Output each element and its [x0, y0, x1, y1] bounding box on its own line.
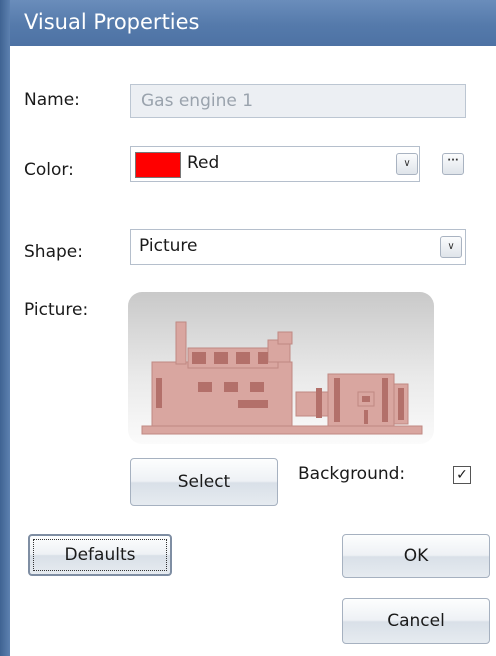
focus-rectangle [33, 539, 167, 571]
name-value: Gas engine 1 [141, 91, 254, 111]
window-left-border [0, 0, 10, 656]
picture-label: Picture: [24, 300, 89, 320]
color-value: Red [187, 153, 220, 173]
color-select[interactable]: Red ∨ [130, 146, 420, 182]
shape-select[interactable]: Picture ∨ [130, 229, 466, 265]
ellipsis-icon[interactable]: ··· [442, 153, 464, 175]
name-field[interactable]: Gas engine 1 [130, 84, 466, 118]
chevron-down-icon[interactable]: ∨ [440, 236, 462, 258]
checkmark-icon: ✓ [456, 467, 468, 483]
background-checkbox[interactable]: ✓ [453, 466, 471, 484]
shape-label: Shape: [24, 242, 83, 262]
color-swatch [135, 152, 181, 178]
color-label: Color: [24, 160, 74, 180]
select-button[interactable]: Select [130, 458, 278, 506]
cancel-button[interactable]: Cancel [342, 598, 490, 644]
name-label: Name: [24, 90, 80, 110]
chevron-down-icon[interactable]: ∨ [396, 153, 418, 175]
picture-preview [128, 292, 434, 444]
ok-button[interactable]: OK [342, 534, 490, 578]
shape-value: Picture [139, 236, 198, 256]
window-title: Visual Properties [24, 10, 200, 34]
dialog-content: Name: Gas engine 1 Color: Red ∨ ··· Shap… [10, 46, 496, 656]
gas-engine-picture [141, 321, 423, 435]
title-bar[interactable]: Visual Properties [10, 0, 496, 46]
background-label: Background: [298, 464, 406, 484]
defaults-button[interactable]: Defaults [28, 534, 172, 576]
